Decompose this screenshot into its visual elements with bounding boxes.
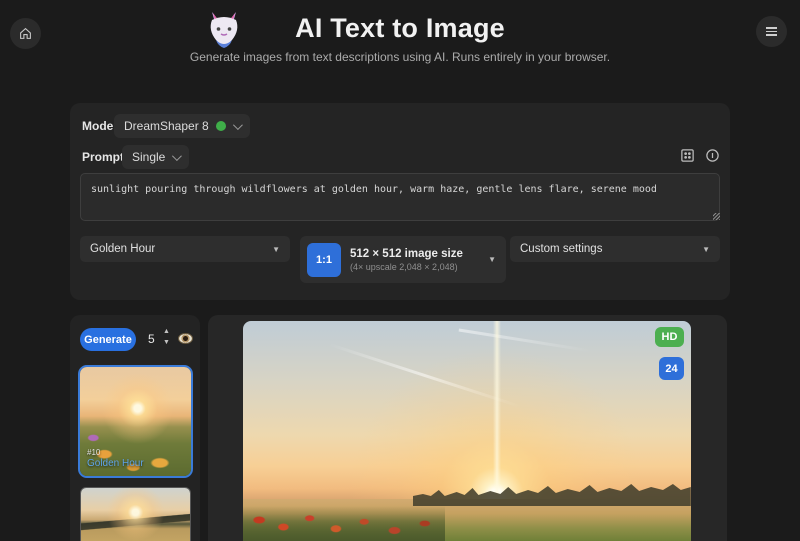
aspect-ratio-badge: 1:1	[307, 242, 341, 277]
chevron-down-icon	[232, 119, 243, 130]
thumbnail-image	[81, 488, 190, 541]
model-select[interactable]: DreamShaper 8	[114, 114, 250, 138]
thumbnail-style-label: Golden Hour	[87, 457, 144, 469]
grid-view-button[interactable]	[679, 148, 696, 165]
prompt-input[interactable]: sunlight pouring through wildflowers at …	[80, 173, 720, 221]
viewer-panel: HD 24	[208, 315, 727, 541]
stepper-down-icon[interactable]: ▼	[160, 338, 173, 348]
custom-settings-select[interactable]: Custom settings ▼	[510, 236, 720, 262]
frame-count-badge[interactable]: 24	[659, 357, 684, 380]
model-status-dot	[215, 121, 226, 131]
dropdown-arrow-icon: ▼	[488, 255, 496, 264]
image-wildflowers	[243, 505, 445, 541]
hd-badge[interactable]: HD	[655, 327, 684, 347]
page-title: AI Text to Image	[295, 13, 505, 43]
custom-settings-value: Custom settings	[520, 243, 603, 255]
generate-count-value: 5	[148, 332, 155, 346]
stepper-up-icon[interactable]: ▲	[160, 327, 173, 337]
chevron-down-icon	[172, 150, 183, 161]
dropdown-arrow-icon: ▼	[702, 244, 710, 254]
grid-icon	[681, 149, 694, 162]
preview-toggle-button[interactable]	[178, 330, 195, 347]
thumbnail-item[interactable]	[80, 487, 191, 541]
model-value: DreamShaper 8	[124, 119, 209, 133]
thumbnail-id: #10	[87, 447, 101, 457]
generation-panel: Generate 5 ▲ ▼ #10 Golden Hour	[70, 315, 200, 541]
prompt-mode-value: Single	[132, 150, 166, 164]
generated-image[interactable]: HD 24	[243, 321, 691, 541]
dropdown-arrow-icon: ▼	[272, 244, 280, 254]
size-sublabel: (4× upscale 2,048 × 2,048)	[350, 261, 458, 272]
style-preset-value: Golden Hour	[90, 243, 156, 255]
app-window: AI Text to Image Generate images from te…	[0, 0, 800, 541]
style-preset-select[interactable]: Golden Hour ▼	[80, 236, 290, 262]
thumbnail-caption: #10 Golden Hour	[87, 448, 144, 471]
count-stepper: ▲ ▼	[160, 327, 173, 349]
page-subtitle: Generate images from text descriptions u…	[189, 50, 611, 64]
generate-button[interactable]: Generate	[80, 328, 136, 351]
image-size-select[interactable]: 1:1 512 × 512 image size (4× upscale 2,0…	[300, 236, 506, 283]
size-texts: 512 × 512 image size (4× upscale 2,048 ×…	[350, 248, 479, 272]
image-treeline	[413, 483, 691, 506]
menu-button[interactable]	[756, 16, 787, 47]
eye-icon	[178, 333, 193, 344]
settings-panel: Model: DreamShaper 8 Prompt: Single sunl…	[70, 103, 730, 300]
prompt-mode-select[interactable]: Single	[122, 145, 190, 169]
info-icon	[706, 149, 719, 162]
thumbnail-selected[interactable]: #10 Golden Hour	[78, 365, 193, 478]
size-label: 512 × 512 image size	[350, 247, 463, 260]
menu-icon	[766, 27, 777, 36]
info-button[interactable]	[704, 148, 721, 165]
